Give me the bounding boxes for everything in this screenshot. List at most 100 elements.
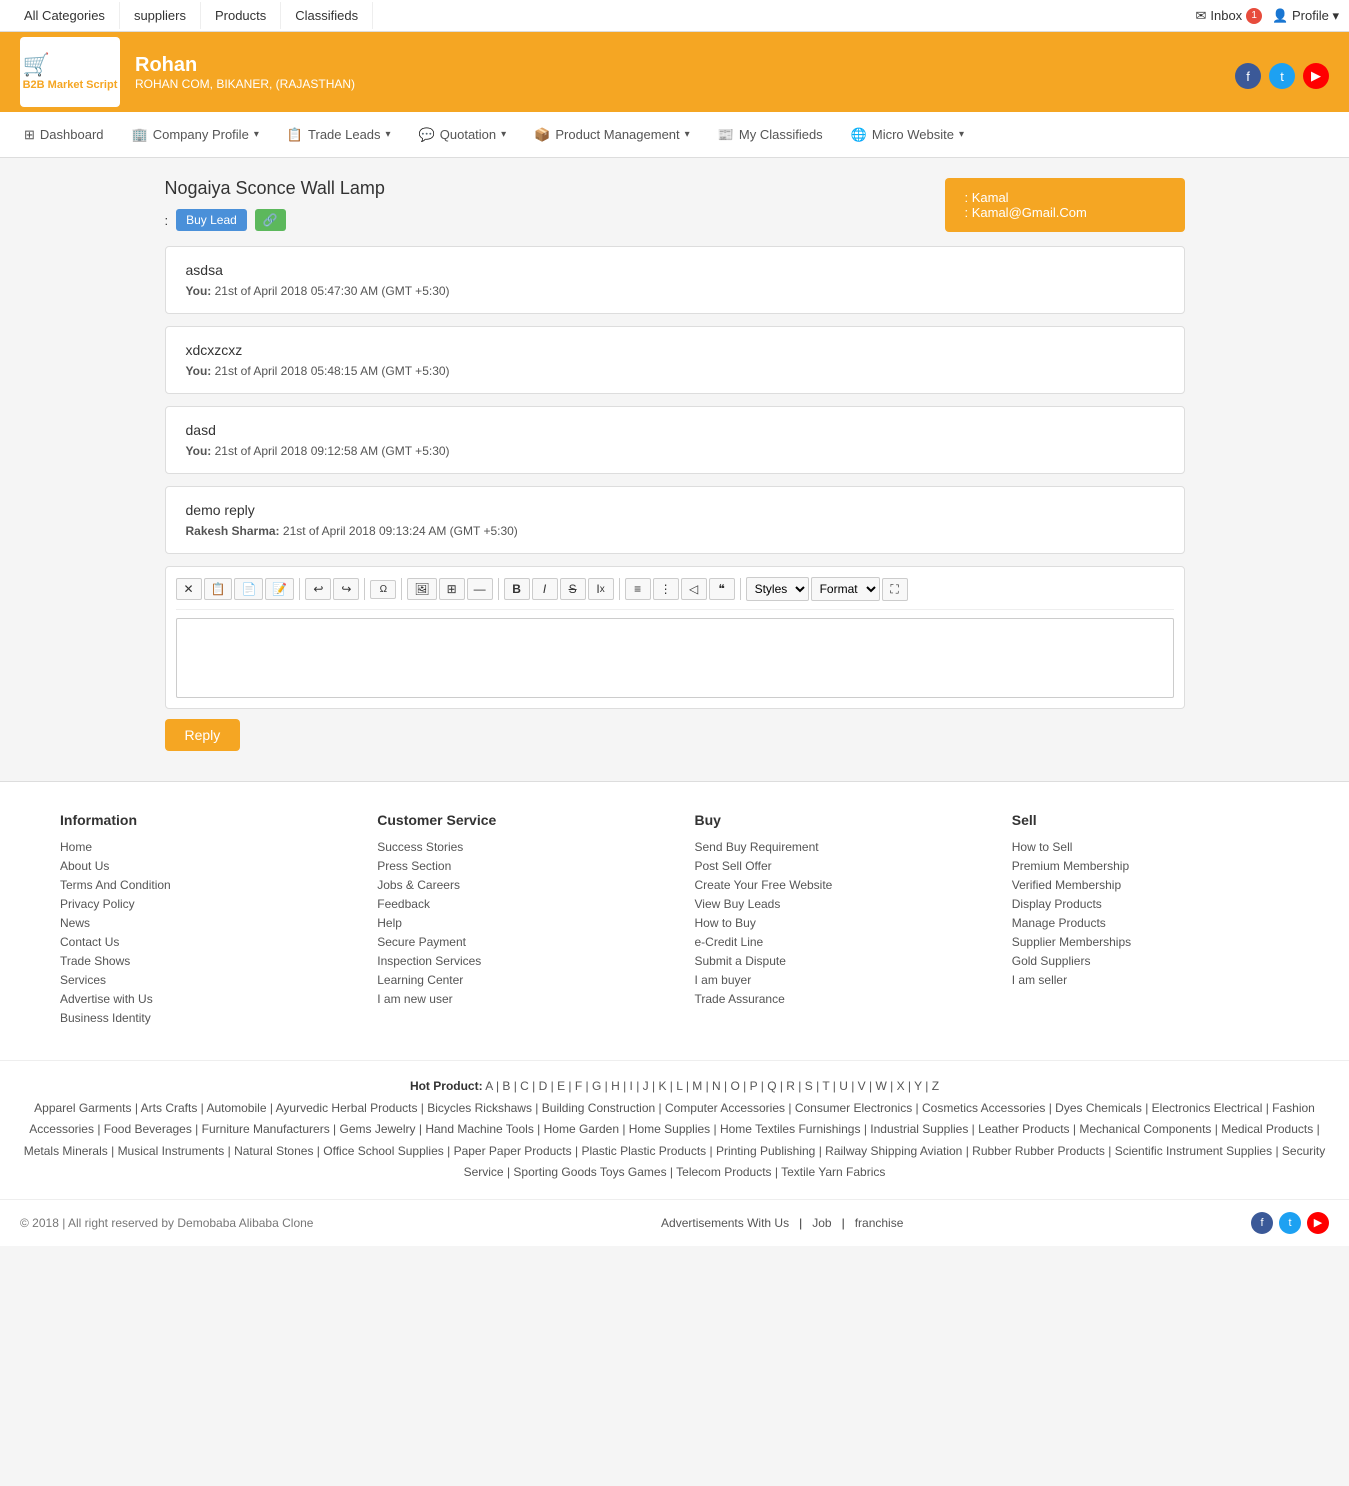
hp-electronics[interactable]: Electronics Electrical bbox=[1152, 1101, 1263, 1115]
footer-link-send-buy[interactable]: Send Buy Requirement bbox=[695, 840, 972, 854]
nav-product-management[interactable]: 📦 Product Management ▾ bbox=[520, 115, 704, 155]
footer-link-contact[interactable]: Contact Us bbox=[60, 935, 337, 949]
footer-facebook-icon[interactable]: f bbox=[1251, 1212, 1273, 1234]
footer-franchise-link[interactable]: franchise bbox=[855, 1216, 904, 1230]
hp-metals[interactable]: Metals Minerals bbox=[24, 1144, 108, 1158]
toolbar-blockquote[interactable]: ❝ bbox=[709, 578, 735, 600]
footer-link-how-sell[interactable]: How to Sell bbox=[1012, 840, 1289, 854]
hp-printing[interactable]: Printing Publishing bbox=[716, 1144, 815, 1158]
footer-link-learning[interactable]: Learning Center bbox=[377, 973, 654, 987]
nav-trade-leads[interactable]: 📋 Trade Leads ▾ bbox=[273, 115, 405, 155]
footer-link-jobs[interactable]: Jobs & Careers bbox=[377, 878, 654, 892]
footer-link-help[interactable]: Help bbox=[377, 916, 654, 930]
hp-consumer[interactable]: Consumer Electronics bbox=[795, 1101, 912, 1115]
footer-link-home[interactable]: Home bbox=[60, 840, 337, 854]
toolbar-list-ul[interactable]: ≡ bbox=[625, 578, 651, 600]
footer-link-create-website[interactable]: Create Your Free Website bbox=[695, 878, 972, 892]
hp-hand[interactable]: Hand Machine Tools bbox=[425, 1122, 534, 1136]
hp-sporting[interactable]: Sporting Goods Toys Games bbox=[513, 1165, 666, 1179]
hp-home-textiles[interactable]: Home Textiles Furnishings bbox=[720, 1122, 861, 1136]
hp-auto[interactable]: Automobile bbox=[206, 1101, 266, 1115]
footer-link-secure[interactable]: Secure Payment bbox=[377, 935, 654, 949]
hp-ayurvedic[interactable]: Ayurvedic Herbal Products bbox=[276, 1101, 418, 1115]
toolbar-outdent[interactable]: ◁ bbox=[681, 578, 707, 600]
top-nav-classifieds[interactable]: Classifieds bbox=[281, 2, 373, 29]
hp-apparel[interactable]: Apparel Garments bbox=[34, 1101, 131, 1115]
editor-area[interactable] bbox=[176, 618, 1174, 698]
styles-select[interactable]: Styles bbox=[746, 577, 809, 601]
footer-link-new-user[interactable]: I am new user bbox=[377, 992, 654, 1006]
hp-food[interactable]: Food Beverages bbox=[104, 1122, 192, 1136]
hp-cosmetics[interactable]: Cosmetics Accessories bbox=[922, 1101, 1045, 1115]
toolbar-image[interactable]: 🖼 bbox=[407, 578, 436, 600]
footer-link-assurance[interactable]: Trade Assurance bbox=[695, 992, 972, 1006]
hp-mechanical[interactable]: Mechanical Components bbox=[1079, 1122, 1211, 1136]
hp-scientific[interactable]: Scientific Instrument Supplies bbox=[1115, 1144, 1272, 1158]
toolbar-close[interactable]: ✕ bbox=[176, 578, 202, 600]
footer-link-manage[interactable]: Manage Products bbox=[1012, 916, 1289, 930]
hp-home-garden[interactable]: Home Garden bbox=[544, 1122, 619, 1136]
footer-link-view-leads[interactable]: View Buy Leads bbox=[695, 897, 972, 911]
footer-link-verified[interactable]: Verified Membership bbox=[1012, 878, 1289, 892]
buy-lead-button[interactable]: Buy Lead bbox=[176, 209, 247, 231]
toolbar-copy[interactable]: 📋 bbox=[204, 578, 233, 600]
footer-link-trade-shows[interactable]: Trade Shows bbox=[60, 954, 337, 968]
hp-gems[interactable]: Gems Jewelry bbox=[340, 1122, 416, 1136]
hp-railway[interactable]: Railway Shipping Aviation bbox=[825, 1144, 962, 1158]
facebook-icon[interactable]: f bbox=[1235, 63, 1261, 89]
footer-youtube-icon[interactable]: ▶ bbox=[1307, 1212, 1329, 1234]
toolbar-strikethrough[interactable]: S bbox=[560, 578, 586, 600]
hp-furniture[interactable]: Furniture Manufacturers bbox=[202, 1122, 330, 1136]
footer-link-advertise[interactable]: Advertise with Us bbox=[60, 992, 337, 1006]
footer-link-business[interactable]: Business Identity bbox=[60, 1011, 337, 1025]
hp-office[interactable]: Office School Supplies bbox=[323, 1144, 444, 1158]
footer-link-services[interactable]: Services bbox=[60, 973, 337, 987]
footer-job-link[interactable]: Job bbox=[812, 1216, 831, 1230]
footer-link-success[interactable]: Success Stories bbox=[377, 840, 654, 854]
toolbar-subscript[interactable]: Ix bbox=[588, 578, 614, 600]
toolbar-italic[interactable]: I bbox=[532, 578, 558, 600]
youtube-icon[interactable]: ▶ bbox=[1303, 63, 1329, 89]
reply-button[interactable]: Reply bbox=[165, 719, 241, 751]
top-nav-all-categories[interactable]: All Categories bbox=[10, 2, 120, 29]
footer-link-ecredit[interactable]: e-Credit Line bbox=[695, 935, 972, 949]
hp-home-supplies[interactable]: Home Supplies bbox=[629, 1122, 710, 1136]
footer-link-seller[interactable]: I am seller bbox=[1012, 973, 1289, 987]
toolbar-list-ol[interactable]: ⋮ bbox=[653, 578, 679, 600]
toolbar-paste-word[interactable]: 📝 bbox=[265, 578, 294, 600]
twitter-icon[interactable]: t bbox=[1269, 63, 1295, 89]
hp-arts[interactable]: Arts Crafts bbox=[141, 1101, 198, 1115]
footer-link-inspection[interactable]: Inspection Services bbox=[377, 954, 654, 968]
hp-computer[interactable]: Computer Accessories bbox=[665, 1101, 785, 1115]
nav-micro-website[interactable]: 🌐 Micro Website ▾ bbox=[837, 115, 978, 155]
hp-industrial[interactable]: Industrial Supplies bbox=[870, 1122, 968, 1136]
footer-link-press[interactable]: Press Section bbox=[377, 859, 654, 873]
top-nav-products[interactable]: Products bbox=[201, 2, 281, 29]
toolbar-undo[interactable]: ↩ bbox=[305, 578, 331, 600]
toolbar-bold[interactable]: B bbox=[504, 578, 530, 600]
footer-link-premium[interactable]: Premium Membership bbox=[1012, 859, 1289, 873]
hp-textile[interactable]: Textile Yarn Fabrics bbox=[781, 1165, 885, 1179]
footer-link-display[interactable]: Display Products bbox=[1012, 897, 1289, 911]
top-nav-suppliers[interactable]: suppliers bbox=[120, 2, 201, 29]
footer-link-buyer[interactable]: I am buyer bbox=[695, 973, 972, 987]
nav-quotation[interactable]: 💬 Quotation ▾ bbox=[405, 115, 521, 155]
footer-ads-link[interactable]: Advertisements With Us bbox=[661, 1216, 789, 1230]
hp-dyes[interactable]: Dyes Chemicals bbox=[1055, 1101, 1142, 1115]
footer-link-how-to-buy[interactable]: How to Buy bbox=[695, 916, 972, 930]
hp-telecom[interactable]: Telecom Products bbox=[676, 1165, 771, 1179]
hp-leather[interactable]: Leather Products bbox=[978, 1122, 1069, 1136]
footer-link-feedback[interactable]: Feedback bbox=[377, 897, 654, 911]
hp-building[interactable]: Building Construction bbox=[542, 1101, 655, 1115]
footer-link-supplier-mem[interactable]: Supplier Memberships bbox=[1012, 935, 1289, 949]
footer-link-gold[interactable]: Gold Suppliers bbox=[1012, 954, 1289, 968]
hp-paper[interactable]: Paper Paper Products bbox=[454, 1144, 572, 1158]
hp-bicycles[interactable]: Bicycles Rickshaws bbox=[427, 1101, 532, 1115]
toolbar-source[interactable]: Ω bbox=[370, 580, 396, 599]
hp-rubber[interactable]: Rubber Rubber Products bbox=[972, 1144, 1105, 1158]
nav-dashboard[interactable]: ⊞ Dashboard bbox=[10, 115, 118, 155]
nav-my-classifieds[interactable]: 📰 My Classifieds bbox=[704, 115, 837, 155]
toolbar-paste[interactable]: 📄 bbox=[234, 578, 263, 600]
footer-link-news[interactable]: News bbox=[60, 916, 337, 930]
hp-plastic[interactable]: Plastic Plastic Products bbox=[581, 1144, 706, 1158]
